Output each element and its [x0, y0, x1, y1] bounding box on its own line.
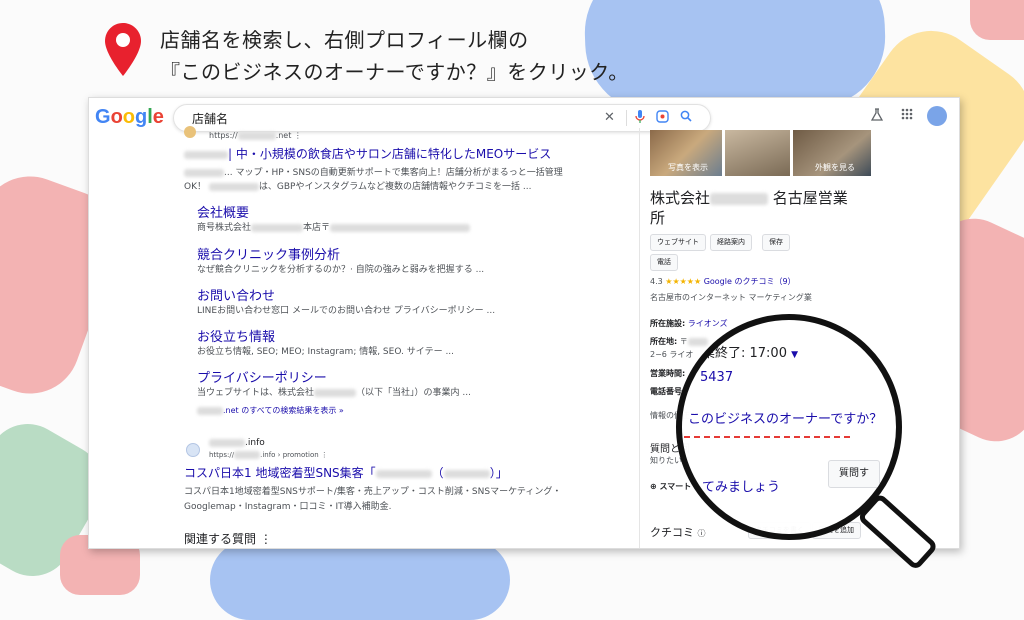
divider [626, 110, 627, 126]
apps-grid-icon[interactable] [901, 108, 913, 124]
instruction-text: 店舗名を検索し、右側プロフィール欄の 『このビジネスのオーナーですか？』をクリッ… [160, 24, 629, 88]
site-favicon [184, 126, 196, 138]
sitelink-desc: 当ウェブサイトは、株式会社 （以下「当社」）の事業内 ... [197, 388, 471, 398]
search-box[interactable]: 店舗名 ✕ [173, 104, 711, 132]
labs-flask-icon[interactable] [870, 108, 884, 126]
magnified-hours: 業終了: 17:00 ▼ [702, 346, 799, 361]
save-button[interactable]: 保存 [762, 234, 790, 251]
photo-label: 写真を表示 [668, 163, 708, 172]
sitelink-useful-info[interactable]: お役立ち情報 [197, 326, 275, 345]
photo-thumbnail[interactable]: 外観を見る [793, 130, 871, 176]
sitelink-competitor-analysis[interactable]: 競合クリニック事例分析 [197, 244, 340, 263]
sitelink-contact[interactable]: お問い合わせ [197, 285, 275, 304]
search-icon[interactable] [680, 110, 692, 126]
decor-blob [970, 0, 1024, 40]
owner-claim-link[interactable]: このビジネスのオーナーですか？ [688, 408, 882, 427]
address-row: 所在地: 〒 [650, 336, 708, 347]
result-url[interactable]: https://.info › promotion ⋮ [209, 451, 328, 459]
business-name: 株式会社 名古屋営業 所 [650, 189, 848, 227]
sitelink-desc: 商号株式会社 本店〒 [197, 220, 471, 233]
globe-icon [186, 443, 200, 457]
instruction-line-1: 店舗名を検索し、右側プロフィール欄の [160, 28, 529, 52]
reviews-link[interactable]: Google のクチコミ（9） [704, 277, 796, 286]
result-title[interactable]: | 中・小規模の飲食店やサロン店舗に特化したMEOサービス [184, 145, 551, 162]
smart-label: ⊕ スマート [650, 482, 692, 491]
result-snippet: ... マップ・HP・SNSの自動更新サポートで集客向上！店舗分析がまるっと一括… [184, 165, 563, 178]
sitelink-desc: なぜ競合クリニックを分析するのか？· 自院の強みと弱みを把握する ... [197, 265, 485, 275]
magnified-phone: 5437 [700, 370, 734, 385]
result-snippet: コスパ日本1地域密着型SNSサポート/集客・売上アップ・コスト削減・SNSマーケ… [184, 487, 562, 497]
result-snippet: Googlemap・Instagram・口コミ・IT導入補助金. [184, 502, 392, 512]
photo-thumbnail[interactable] [725, 130, 790, 176]
rating-line: 4.3 ★★★★★ Google のクチコミ（9） [650, 277, 796, 286]
user-avatar[interactable] [927, 106, 947, 126]
search-input[interactable]: 店舗名 [192, 110, 228, 127]
reviews-heading: クチコミ ⓘ [650, 526, 706, 539]
instruction-line-2: 『このビジネスのオーナーですか？』をクリック。 [160, 60, 629, 84]
facility-row: 所在施設: ライオンズ [650, 319, 728, 328]
sitelink-desc: LINEお問い合わせ窓口 メールでのお問い合わせ プライバシーポリシー ... [197, 306, 496, 316]
hours-label: 営業時間: [650, 369, 686, 378]
website-button[interactable]: ウェブサイト [650, 234, 706, 251]
google-logo[interactable]: Google [95, 106, 164, 129]
clear-icon[interactable]: ✕ [604, 110, 615, 125]
result-title[interactable]: コスパ日本1 地域密着型SNS集客「（）」 [184, 464, 508, 481]
address-line-2: 2−6 ライオ [650, 350, 694, 359]
sitelink-company[interactable]: 会社概要 [197, 202, 249, 221]
map-pin-icon [105, 23, 141, 76]
info-icon: ⓘ [697, 529, 706, 538]
microphone-icon[interactable] [635, 110, 645, 128]
call-button[interactable]: 電話 [650, 254, 678, 271]
highlight-underline [682, 436, 850, 438]
decor-blob [210, 540, 510, 620]
sitelink-desc: お役立ち情報, SEO; MEO; Instagram; 情報, SEO. サイ… [197, 347, 455, 357]
related-questions-heading: 関連する質問 ⋮ [184, 532, 272, 546]
magnified-ask-text: てみましょう [702, 480, 781, 495]
lens-icon[interactable] [656, 110, 669, 127]
photo-label: 外観を見る [815, 163, 855, 172]
more-results-link[interactable]: .net のすべての検索結果を表示 » [197, 405, 344, 416]
photo-thumbnail[interactable]: 写真を表示 [650, 130, 722, 176]
business-category: 名古屋市のインターネット マーケティング業 [650, 293, 812, 302]
ask-question-button[interactable]: 質問す [828, 460, 880, 488]
star-rating-icon: ★★★★★ [665, 277, 702, 286]
result-site-name: .info [209, 438, 265, 448]
sitelink-privacy-policy[interactable]: プライバシーポリシー [197, 367, 327, 386]
directions-button[interactable]: 経路案内 [710, 234, 752, 251]
result-snippet: OK！ は、GBPやインスタグラムなど複数の店舗情報やクチコミを一括 ... [184, 182, 532, 192]
result-url[interactable]: https://.net ⋮ [209, 131, 302, 140]
